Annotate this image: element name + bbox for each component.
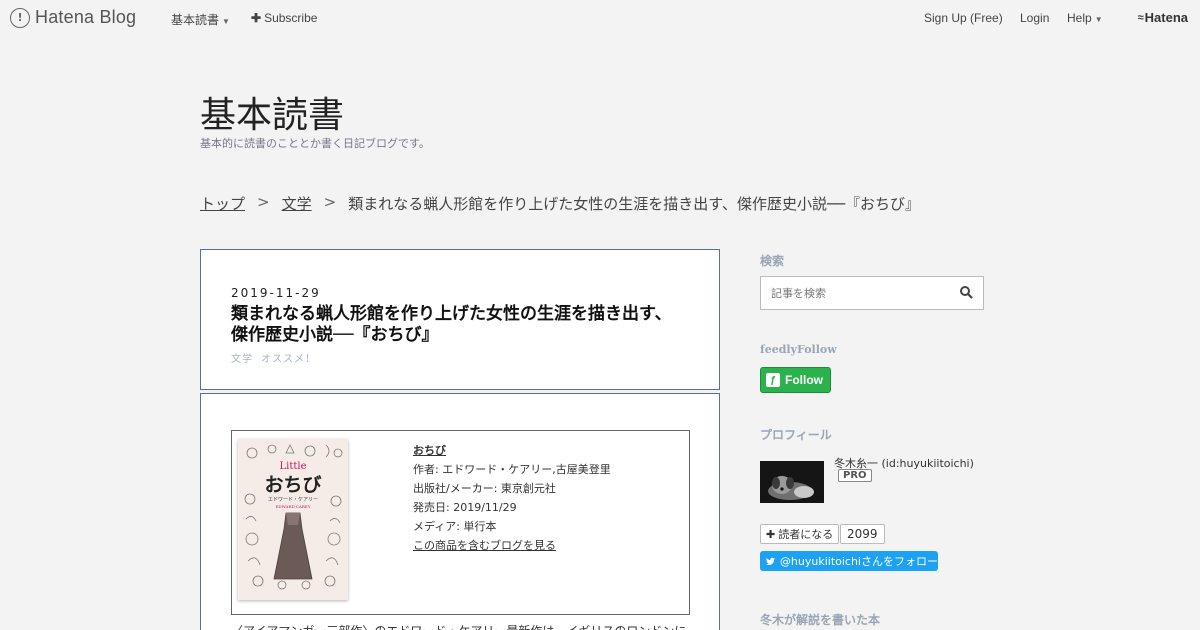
article-date[interactable]: 2019-11-29 (231, 286, 321, 300)
breadcrumb: トップ > 文学 > 類まれなる蝋人形館を作り上げた女性の生涯を描き出す、傑作歴… (200, 193, 920, 214)
breadcrumb-category[interactable]: 文学 (282, 193, 312, 214)
article-title[interactable]: 類まれなる蝋人形館を作り上げた女性の生涯を描き出す、傑作歴史小説──『おちび』 (231, 304, 681, 346)
twitter-follow-label: @huyukiitoichiさんをフォロー (779, 555, 938, 568)
cover-author: エドワード・ケアリー (268, 496, 318, 503)
feedly-icon: ƒ (766, 373, 780, 387)
reading-menu[interactable]: 基本読書 ▼ (171, 11, 230, 28)
hatena-blog-icon: ǃ (10, 7, 30, 28)
hatena-mark-icon: ≈ (1137, 11, 1144, 24)
feedly-heading: feedlyFollow (760, 343, 837, 356)
book-cover-art: Little おちび エドワード・ケアリー EDWARD CAREY (238, 439, 348, 600)
pro-badge[interactable]: PRO (838, 469, 872, 482)
product-blogs-link[interactable]: この商品を含むブログを見る (413, 536, 611, 555)
category-tag[interactable]: オススメ！ (261, 354, 316, 365)
cover-author-en: EDWARD CAREY (276, 504, 311, 509)
login-link[interactable]: Login (1020, 11, 1049, 25)
hatena-logo-text: Hatena (1144, 10, 1188, 25)
profile-heading: プロフィール (760, 428, 832, 442)
breadcrumb-top[interactable]: トップ (200, 193, 245, 214)
brand-text: Hatena Blog (35, 7, 137, 27)
reader-label: 読者になる (778, 528, 834, 541)
subscribe-reader-button[interactable]: ✚ 読者になる (760, 524, 840, 544)
signup-link[interactable]: Sign Up (Free) (924, 11, 1003, 25)
cover-title-ja: おちび (264, 474, 321, 496)
product-release: 発売日: 2019/11/29 (413, 501, 517, 514)
help-label: Help (1067, 11, 1092, 25)
article-paragraph: 〈アイアマンガー三部作〉のエドワード・ケアリー最新作は、イギリスのロンドンに (231, 622, 686, 630)
category-tag[interactable]: 文学 (231, 354, 253, 365)
hatena-blog-logo[interactable]: ǃ Hatena Blog (10, 7, 136, 28)
caret-down-icon: ▼ (222, 17, 230, 26)
breadcrumb-separator: > (323, 193, 337, 211)
dog-photo (760, 461, 824, 503)
search-heading: 検索 (760, 254, 785, 268)
search-box (760, 276, 984, 310)
product-publisher: 出版社/メーカー: 東京創元社 (413, 482, 556, 495)
hatena-logo[interactable]: ≈ Hatena (1138, 10, 1188, 25)
product-author: 作者: エドワード・ケアリー,古屋美登里 (413, 463, 611, 476)
article-categories: 文学 オススメ！ (231, 350, 324, 365)
search-icon[interactable] (960, 286, 973, 299)
plus-icon: ✚ (251, 11, 262, 25)
subscribe-button[interactable]: ✚ Subscribe (251, 11, 317, 25)
product-media: メディア: 単行本 (413, 520, 497, 533)
breadcrumb-current: 類まれなる蝋人形館を作り上げた女性の生涯を描き出す、傑作歴史小説──『おちび』 (348, 195, 921, 213)
plus-icon: ✚ (766, 527, 776, 541)
search-input[interactable] (771, 278, 951, 308)
product-info: おちび 作者: エドワード・ケアリー,古屋美登里 出版社/メーカー: 東京創元社… (413, 441, 611, 555)
product-name-link[interactable]: おちび (413, 441, 611, 460)
book-cover-image[interactable]: Little おちび エドワード・ケアリー EDWARD CAREY (238, 439, 348, 600)
caret-down-icon: ▼ (1094, 15, 1103, 24)
twitter-follow-button[interactable]: @huyukiitoichiさんをフォロー (760, 551, 938, 571)
subscribe-label: Subscribe (264, 11, 318, 25)
article-header: 2019-11-29 類まれなる蝋人形館を作り上げた女性の生涯を描き出す、傑作歴… (200, 249, 720, 390)
breadcrumb-separator: > (257, 193, 270, 211)
avatar[interactable] (760, 461, 824, 503)
twitter-bird-icon (766, 557, 775, 565)
blog-description: 基本的に読書のこととか書く日記ブログです。 (200, 137, 430, 150)
feedly-follow-button[interactable]: ƒ Follow (760, 367, 831, 393)
blog-title[interactable]: 基本読書 (200, 86, 344, 138)
reader-count[interactable]: 2099 (840, 524, 885, 544)
help-menu[interactable]: Help ▼ (1067, 11, 1103, 25)
books-heading: 冬木が解説を書いた本 (760, 613, 881, 627)
follow-label: Follow (785, 373, 823, 387)
cover-title-en: Little (280, 461, 307, 472)
article-body: Little おちび エドワード・ケアリー EDWARD CAREY おちび 作… (200, 393, 720, 630)
global-header: ǃ Hatena Blog 基本読書 ▼ ✚ Subscribe Sign Up (… (0, 0, 1200, 36)
reading-menu-label: 基本読書 (171, 13, 220, 27)
product-box: Little おちび エドワード・ケアリー EDWARD CAREY おちび 作… (231, 430, 690, 615)
